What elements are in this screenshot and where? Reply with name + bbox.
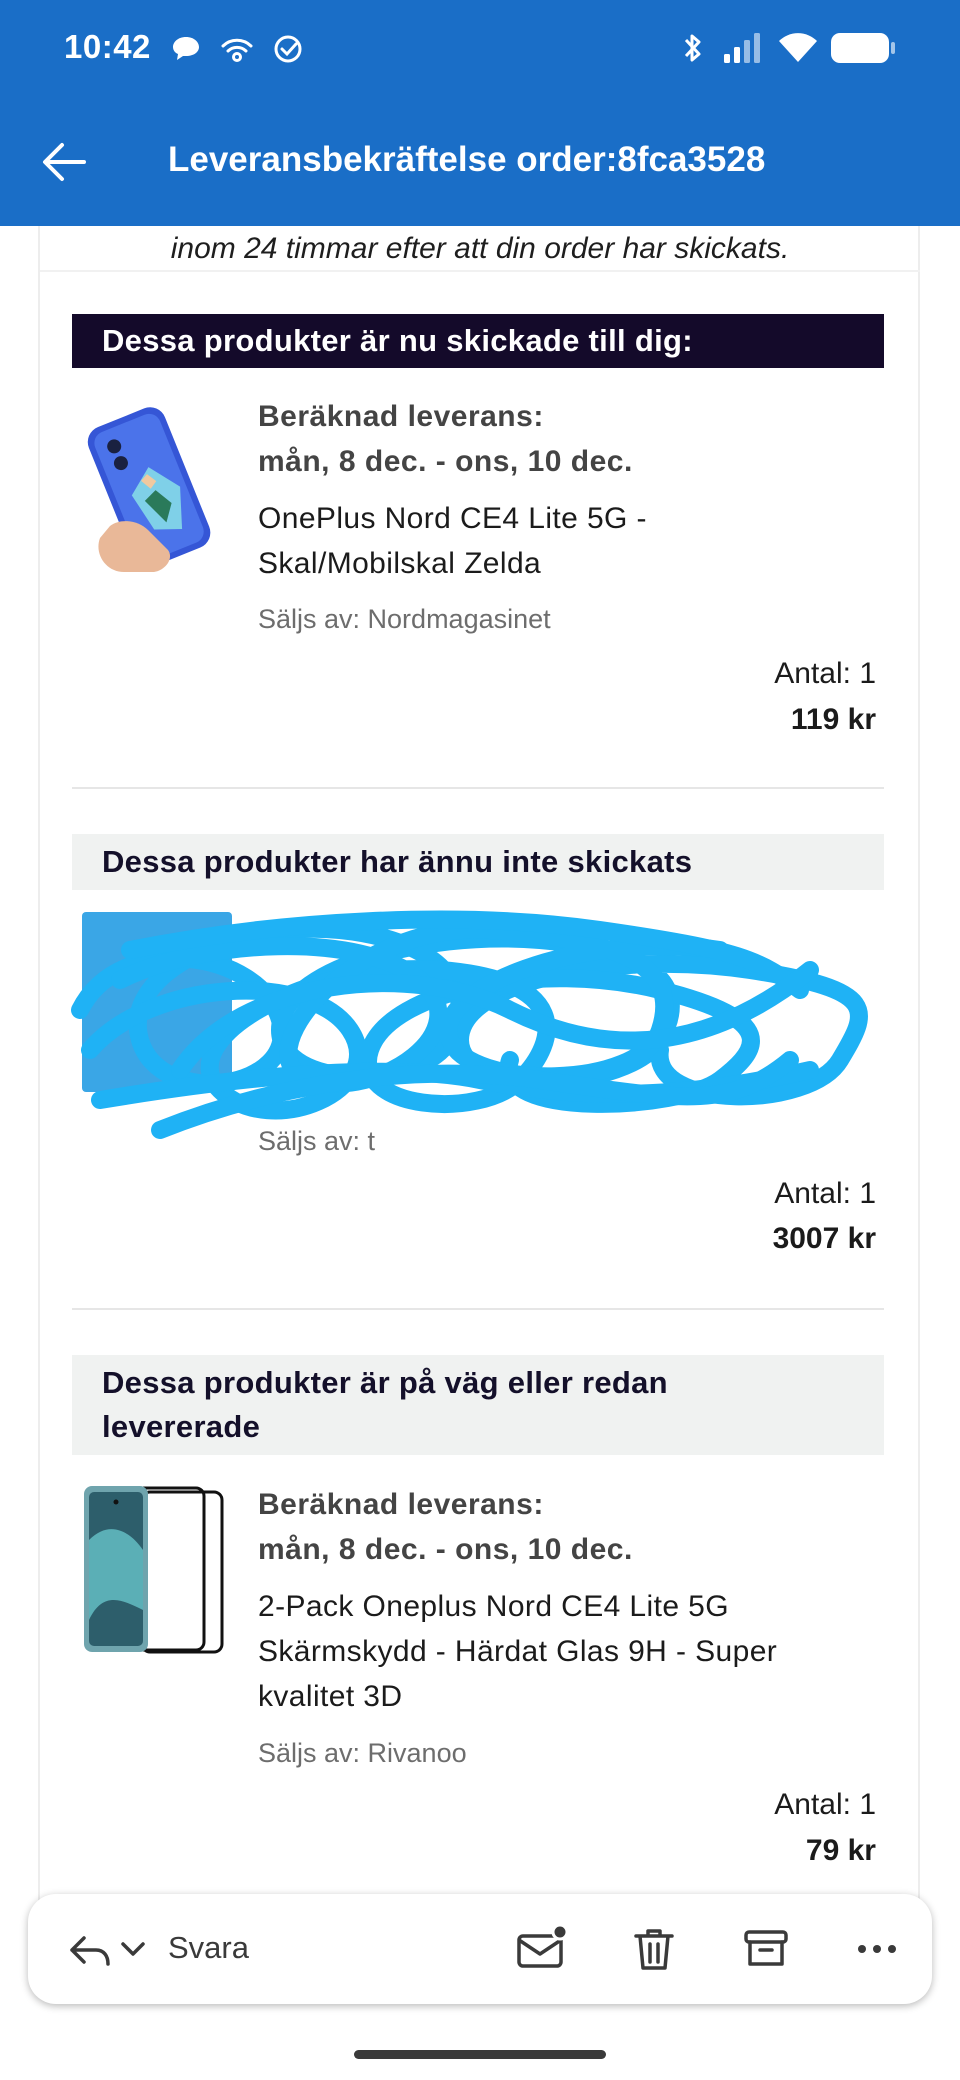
archive-icon[interactable] [740,1918,792,1980]
product-name[interactable]: 2-Pack Oneplus Nord CE4 Lite 5G Skärmsky… [258,1584,878,1719]
product-name-line: kvalitet 3D [258,1680,403,1713]
divider [72,1308,884,1310]
price: 3007 kr [772,1222,876,1255]
price: 119 kr [790,703,876,736]
more-options-icon[interactable] [854,1918,900,1980]
section-heading-shipped: Dessa produkter är nu skickade till dig: [72,314,884,368]
product-name[interactable]: OnePlus Nord CE4 Lite 5G - Skal/Mobilska… [258,496,878,586]
quantity: Antal: 1 [774,657,876,690]
back-arrow-icon[interactable] [34,130,98,194]
wifi-icon [779,33,817,62]
email-frame-right [918,226,920,1906]
bluetooth-icon [684,34,701,62]
home-indicator[interactable] [354,2050,606,2059]
quantity: Antal: 1 [774,1177,876,1210]
redaction-scribble [71,910,868,1139]
divider [72,787,884,789]
wifi-calling-icon [221,38,253,62]
app-header: 10:42 Leveransbekräftelse order:8fca3528 [0,0,960,226]
signal-icon [724,33,760,63]
eta-dates: mån, 8 dec. - ons, 10 dec. [258,1533,633,1566]
seller-label: Säljs av: Rivanoo [258,1738,467,1768]
battery-icon [831,33,895,63]
check-circle-icon [274,35,302,63]
mark-unread-icon[interactable] [514,1918,570,1980]
divider [40,270,920,272]
section-heading-line: Dessa produkter är på väg eller redan [102,1365,668,1400]
product-name-line: Skärmskydd - Härdat Glas 9H - Super [258,1635,778,1668]
eta-label: Beräknad leverans: [258,400,544,433]
seller-label: Säljs av: Nordmagasinet [258,604,551,634]
reply-button[interactable]: Svara [168,1930,249,1966]
section-heading-on-the-way: Dessa produkter är på väg eller redan le… [72,1355,884,1455]
product-image-screen-protector[interactable] [80,1480,230,1660]
reply-icon[interactable] [64,1918,114,1980]
product-name-line: Skal/Mobilskal Zelda [258,547,542,580]
product-image-phone-case[interactable] [80,396,230,576]
product-name-line: OnePlus Nord CE4 Lite 5G - [258,502,647,535]
price: 79 kr [805,1834,876,1867]
delete-icon[interactable] [628,1918,680,1980]
intro-text: inom 24 timmar efter att din order har s… [170,232,790,265]
message-icon [173,37,199,60]
page-title: Leveransbekräftelse order:8fca3528 [168,140,766,179]
email-frame-left [38,226,40,1906]
chevron-down-icon[interactable] [118,1918,148,1980]
product-name-line: 2-Pack Oneplus Nord CE4 Lite 5G [258,1590,729,1623]
status-time: 10:42 [64,28,151,65]
quantity: Antal: 1 [774,1788,876,1821]
eta-label: Beräknad leverans: [258,1488,544,1521]
section-heading-line: levererade [102,1409,261,1444]
eta-dates: mån, 8 dec. - ons, 10 dec. [258,445,633,478]
message-action-bar: Svara [28,1894,932,2004]
